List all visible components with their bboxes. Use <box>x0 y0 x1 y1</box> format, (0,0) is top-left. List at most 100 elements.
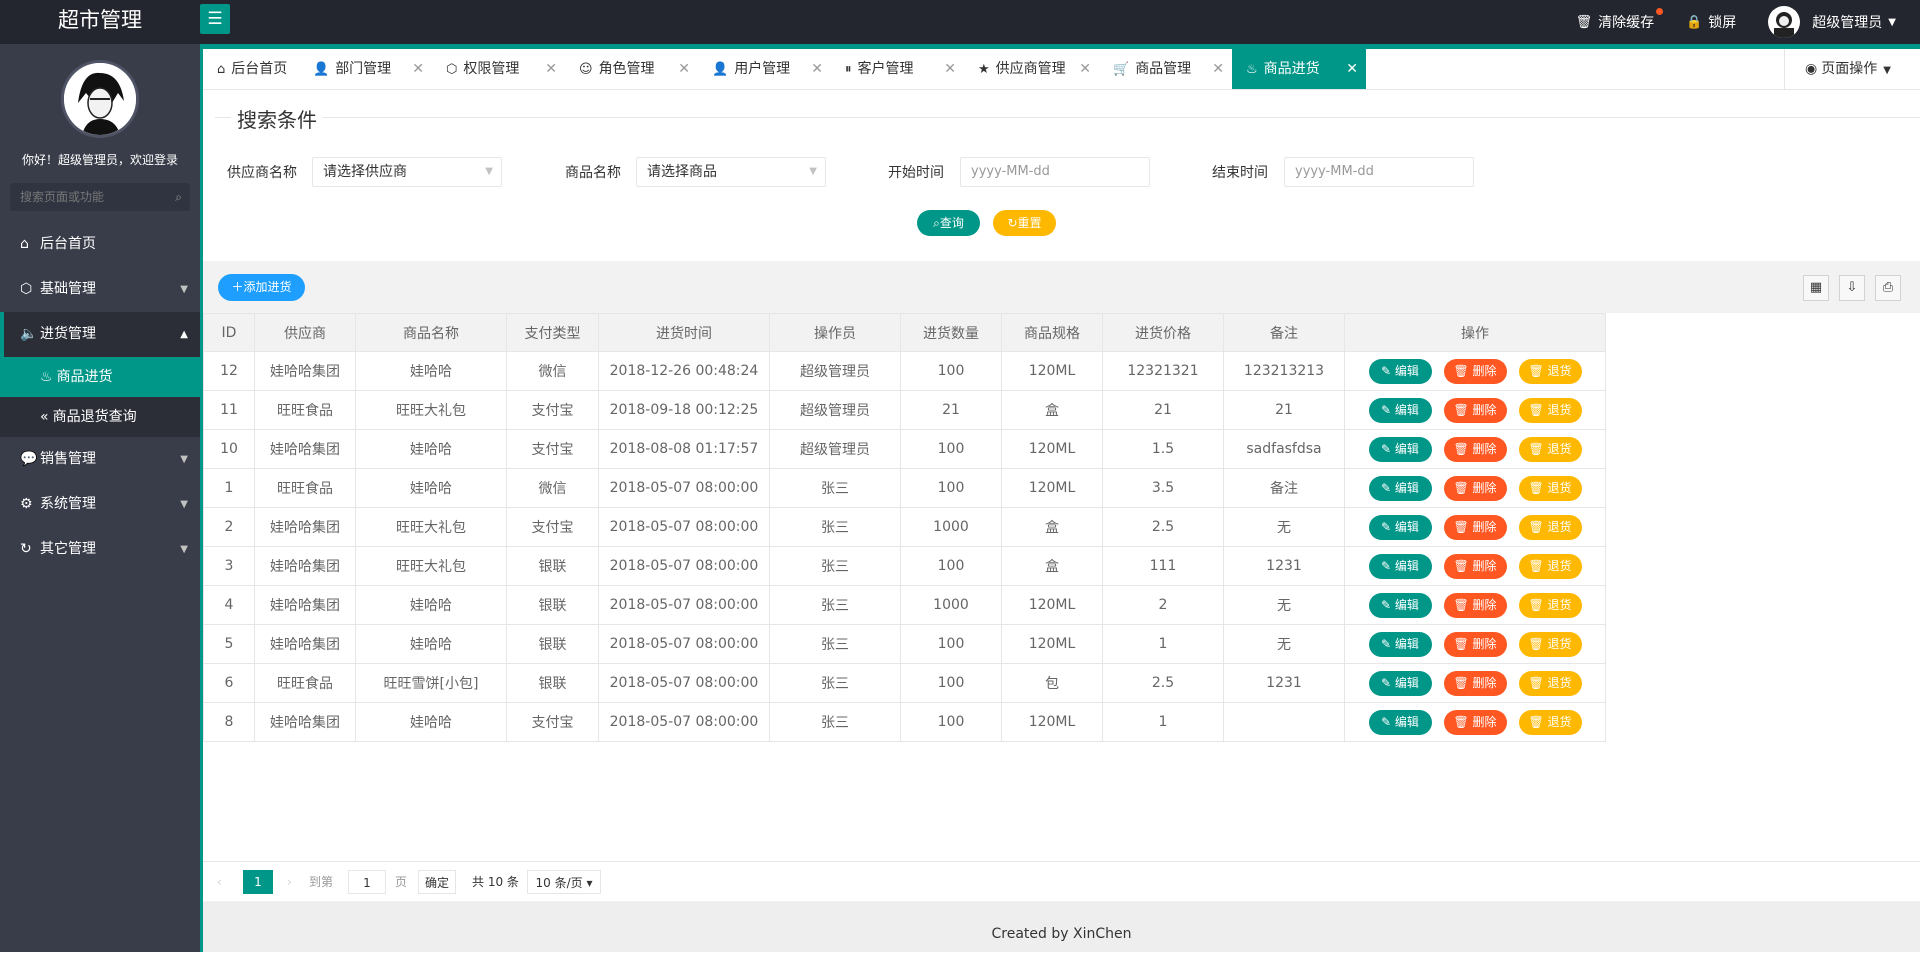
edit-button[interactable]: ✎ 编辑 <box>1368 592 1432 618</box>
delete-button[interactable]: 🗑 删除 <box>1443 553 1507 579</box>
return-button[interactable]: 🗑 退货 <box>1518 358 1582 384</box>
col-header[interactable]: ID <box>203 313 255 352</box>
col-header[interactable]: 进货价格 <box>1102 313 1224 352</box>
col-header[interactable]: 供应商 <box>254 313 356 352</box>
return-button[interactable]: 🗑 退货 <box>1518 436 1582 462</box>
search-icon[interactable]: ⌕ <box>175 183 182 211</box>
columns-icon[interactable]: ▦ <box>1803 275 1829 301</box>
col-header[interactable]: 操作 <box>1344 313 1606 352</box>
delete-button[interactable]: 🗑 删除 <box>1443 670 1507 696</box>
goods-select[interactable]: 请选择商品 ▼ <box>636 157 826 187</box>
supplier-select[interactable]: 请选择供应商 ▼ <box>312 157 502 187</box>
trash-icon: 🗑 <box>1528 714 1548 729</box>
edit-button[interactable]: ✎ 编辑 <box>1368 397 1432 423</box>
delete-button[interactable]: 🗑 删除 <box>1443 592 1507 618</box>
edit-button[interactable]: ✎ 编辑 <box>1368 514 1432 540</box>
prev-page-icon[interactable]: ‹ <box>217 870 222 894</box>
sidebar-item-sales[interactable]: 💬 销售管理 ▼ <box>0 437 200 482</box>
sidebar-subitem-goods-purchase[interactable]: ♨ 商品进货 <box>0 357 200 397</box>
delete-button[interactable]: 🗑 删除 <box>1443 436 1507 462</box>
page-operations-menu[interactable]: ◉ 页面操作 ▼ <box>1784 49 1920 89</box>
close-icon[interactable]: ✕ <box>412 49 424 89</box>
return-button[interactable]: 🗑 退货 <box>1518 553 1582 579</box>
edit-button[interactable]: ✎ 编辑 <box>1368 553 1432 579</box>
table-cell: 张三 <box>769 546 901 586</box>
edit-button[interactable]: ✎ 编辑 <box>1368 358 1432 384</box>
return-button[interactable]: 🗑 退货 <box>1518 670 1582 696</box>
col-header[interactable]: 进货时间 <box>598 313 770 352</box>
lock-icon: 🔒 <box>1686 14 1703 30</box>
return-button[interactable]: 🗑 退货 <box>1518 397 1582 423</box>
return-button[interactable]: 🗑 退货 <box>1518 592 1582 618</box>
col-header[interactable]: 进货数量 <box>900 313 1002 352</box>
col-header[interactable]: 支付类型 <box>506 313 599 352</box>
close-icon[interactable]: ✕ <box>811 49 823 89</box>
row-actions: ✎ 编辑 🗑 删除 🗑 退货 <box>1344 585 1606 625</box>
sidebar-item-home[interactable]: ⌂ 后台首页 <box>0 222 200 267</box>
close-icon[interactable]: ✕ <box>1212 49 1224 89</box>
close-icon[interactable]: ✕ <box>678 49 690 89</box>
export-icon[interactable]: ⇩ <box>1839 275 1865 301</box>
tab-permission[interactable]: ⬡ 权限管理 ✕ <box>432 49 565 89</box>
delete-button[interactable]: 🗑 删除 <box>1443 514 1507 540</box>
edit-button[interactable]: ✎ 编辑 <box>1368 475 1432 501</box>
edit-button[interactable]: ✎ 编辑 <box>1368 631 1432 657</box>
trash-icon: 🗑 <box>1453 714 1473 729</box>
clear-cache-button[interactable]: 🗑 清除缓存 <box>1576 8 1664 32</box>
col-header[interactable]: 商品规格 <box>1001 313 1103 352</box>
return-button[interactable]: 🗑 退货 <box>1518 475 1582 501</box>
col-header[interactable]: 商品名称 <box>355 313 507 352</box>
close-icon[interactable]: ✕ <box>944 49 956 89</box>
next-page-icon[interactable]: › <box>287 870 292 894</box>
sidebar-item-label: 基础管理 <box>40 281 96 297</box>
close-icon[interactable]: ✕ <box>545 49 557 89</box>
tab-department[interactable]: 👤 部门管理 ✕ <box>299 49 432 89</box>
tab-home[interactable]: ⌂ 后台首页 <box>203 49 299 89</box>
lock-screen-button[interactable]: 🔒 锁屏 <box>1686 12 1736 32</box>
sidebar-item-purchase[interactable]: 🔈 进货管理 ▲ <box>0 312 200 357</box>
return-button[interactable]: 🗑 退货 <box>1518 631 1582 657</box>
tab-role[interactable]: ☺ 角色管理 ✕ <box>565 49 698 89</box>
tab-goods-purchase[interactable]: ♨ 商品进货 ✕ <box>1232 49 1366 89</box>
start-time-input[interactable]: yyyy-MM-dd <box>960 157 1150 187</box>
edit-button[interactable]: ✎ 编辑 <box>1368 436 1432 462</box>
col-header[interactable]: 操作员 <box>769 313 901 352</box>
sidebar-item-system[interactable]: ⚙ 系统管理 ▼ <box>0 482 200 527</box>
tab-supplier[interactable]: ★ 供应商管理 ✕ <box>964 49 1099 89</box>
delete-button[interactable]: 🗑 删除 <box>1443 397 1507 423</box>
edit-button[interactable]: ✎ 编辑 <box>1368 670 1432 696</box>
sidebar-subitem-return-query[interactable]: «商品退货查询 <box>0 397 200 437</box>
tab-user[interactable]: 👤 用户管理 ✕ <box>698 49 831 89</box>
page-1-button[interactable]: 1 <box>243 870 273 894</box>
per-page-select[interactable]: 10 条/页 ▾ <box>527 870 601 894</box>
menu-toggle-button[interactable]: ☰ <box>200 4 230 34</box>
close-icon[interactable]: ✕ <box>1079 49 1091 89</box>
query-button[interactable]: ⌕查询 <box>917 210 980 236</box>
home-icon: ⌂ <box>217 62 226 77</box>
page-number-input[interactable]: 1 <box>348 870 386 894</box>
print-icon[interactable]: ⎙ <box>1875 275 1901 301</box>
return-button[interactable]: 🗑 退货 <box>1518 514 1582 540</box>
end-time-input[interactable]: yyyy-MM-dd <box>1284 157 1474 187</box>
user-menu[interactable]: 超级管理员 ▼ <box>1768 6 1896 38</box>
add-purchase-button[interactable]: ＋添加进货 <box>218 274 305 301</box>
delete-button-label: 删除 <box>1472 597 1497 612</box>
sidebar-item-basic[interactable]: ⬡ 基础管理 ▼ <box>0 267 200 312</box>
delete-button[interactable]: 🗑 删除 <box>1443 475 1507 501</box>
col-header[interactable]: 备注 <box>1223 313 1345 352</box>
close-icon[interactable]: ✕ <box>1346 49 1358 89</box>
delete-button[interactable]: 🗑 删除 <box>1443 358 1507 384</box>
tab-customer[interactable]: ⏸ 客户管理 ✕ <box>831 49 964 89</box>
reset-button[interactable]: ↻重置 <box>993 210 1056 236</box>
table-cell: 100 <box>900 624 1002 664</box>
delete-button[interactable]: 🗑 删除 <box>1443 631 1507 657</box>
confirm-page-button[interactable]: 确定 <box>418 870 456 894</box>
sidebar-item-other[interactable]: ↻ 其它管理 ▼ <box>0 527 200 572</box>
edit-button[interactable]: ✎ 编辑 <box>1368 709 1432 735</box>
return-button[interactable]: 🗑 退货 <box>1518 709 1582 735</box>
table-cell: 娃哈哈集团 <box>254 351 356 391</box>
fire-icon: ♨ <box>1246 62 1258 77</box>
tab-goods[interactable]: 🛒 商品管理 ✕ <box>1099 49 1232 89</box>
sidebar-search-input[interactable]: 搜索页面或功能 ⌕ <box>10 183 190 211</box>
delete-button[interactable]: 🗑 删除 <box>1443 709 1507 735</box>
